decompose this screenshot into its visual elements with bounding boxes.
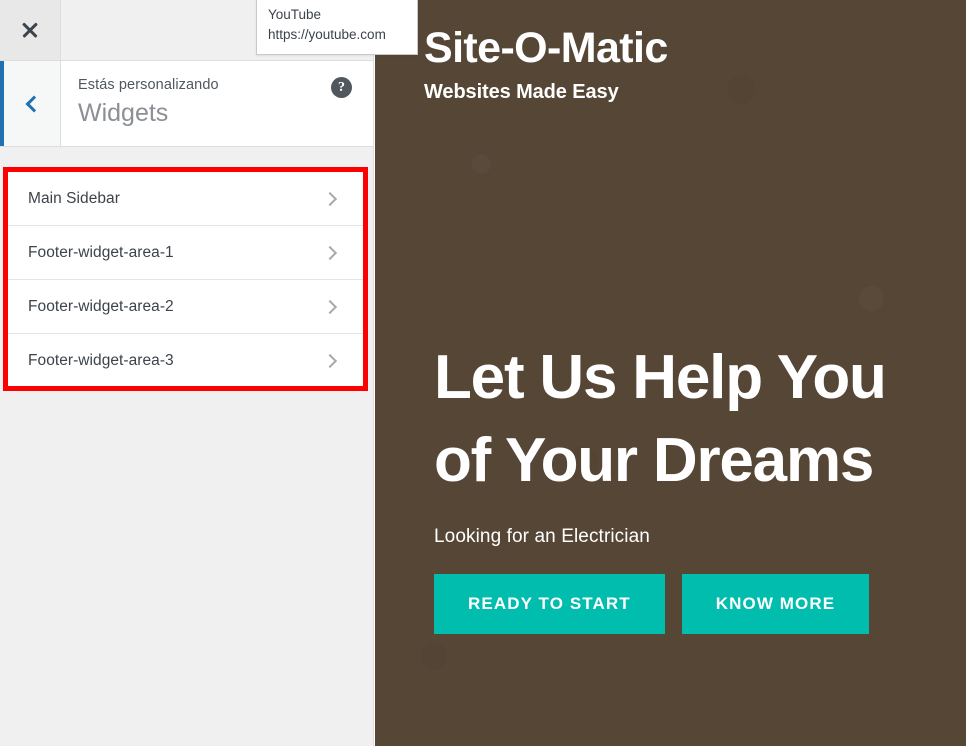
- widget-area-item-main-sidebar[interactable]: Main Sidebar: [8, 172, 363, 226]
- panel-header-titles: Estás personalizando Widgets ?: [61, 61, 373, 146]
- panel-header: Estás personalizando Widgets ?: [0, 61, 373, 147]
- close-icon: [21, 21, 40, 40]
- widget-areas-highlight: Main Sidebar Footer-widget-area-1 Footer…: [3, 167, 368, 391]
- panel-empty-area: [0, 396, 373, 746]
- know-more-button[interactable]: KNOW MORE: [681, 574, 870, 635]
- widget-area-item-footer-widget-area-2[interactable]: Footer-widget-area-2: [8, 280, 363, 334]
- tooltip-url: https://youtube.com: [268, 27, 386, 43]
- widget-area-item-footer-widget-area-1[interactable]: Footer-widget-area-1: [8, 226, 363, 280]
- customizer-screen: Estás personalizando Widgets ? Main Side…: [0, 0, 966, 746]
- list-item-label: Main Sidebar: [28, 189, 120, 207]
- ready-to-start-button[interactable]: READY TO START: [434, 574, 665, 635]
- list-item-label: Footer-widget-area-2: [28, 297, 174, 315]
- hero-heading-line-2: of Your Dreams: [434, 426, 874, 496]
- chevron-right-icon: [322, 245, 338, 260]
- back-button[interactable]: [4, 61, 61, 146]
- site-title[interactable]: Site-O-Matic: [424, 24, 668, 72]
- widget-area-item-footer-widget-area-3[interactable]: Footer-widget-area-3: [8, 334, 363, 386]
- chevron-right-icon: [322, 299, 338, 314]
- customizing-eyebrow: Estás personalizando: [78, 77, 219, 93]
- hero-heading-line-1: Let Us Help You: [434, 343, 887, 412]
- chevron-right-icon: [322, 353, 338, 369]
- site-tagline: Websites Made Easy: [424, 81, 619, 104]
- link-status-tooltip: YouTube https://youtube.com: [256, 0, 418, 55]
- hero-buttons: READY TO START KNOW MORE: [434, 574, 956, 635]
- list-item-label: Footer-widget-area-1: [28, 243, 174, 261]
- widget-areas-list: Main Sidebar Footer-widget-area-1 Footer…: [8, 172, 363, 386]
- site-branding: Site-O-Matic Websites Made Easy: [424, 24, 668, 104]
- close-customizer-button[interactable]: [0, 0, 61, 60]
- customizer-panel: Estás personalizando Widgets ? Main Side…: [0, 0, 374, 746]
- hero-heading: Let Us Help You of Your Dreams: [434, 336, 956, 502]
- hero-subtitle: Looking for an Electrician: [434, 526, 650, 548]
- chevron-left-icon: [25, 95, 43, 112]
- hero-section: Let Us Help You of Your Dreams Looking f…: [434, 336, 956, 635]
- page-title: Widgets: [78, 99, 169, 128]
- list-item-label: Footer-widget-area-3: [28, 352, 174, 369]
- chevron-right-icon: [322, 191, 338, 206]
- help-icon[interactable]: ?: [331, 77, 352, 98]
- tooltip-title: YouTube: [268, 7, 322, 22]
- site-preview: Site-O-Matic Websites Made Easy Let Us H…: [375, 0, 966, 746]
